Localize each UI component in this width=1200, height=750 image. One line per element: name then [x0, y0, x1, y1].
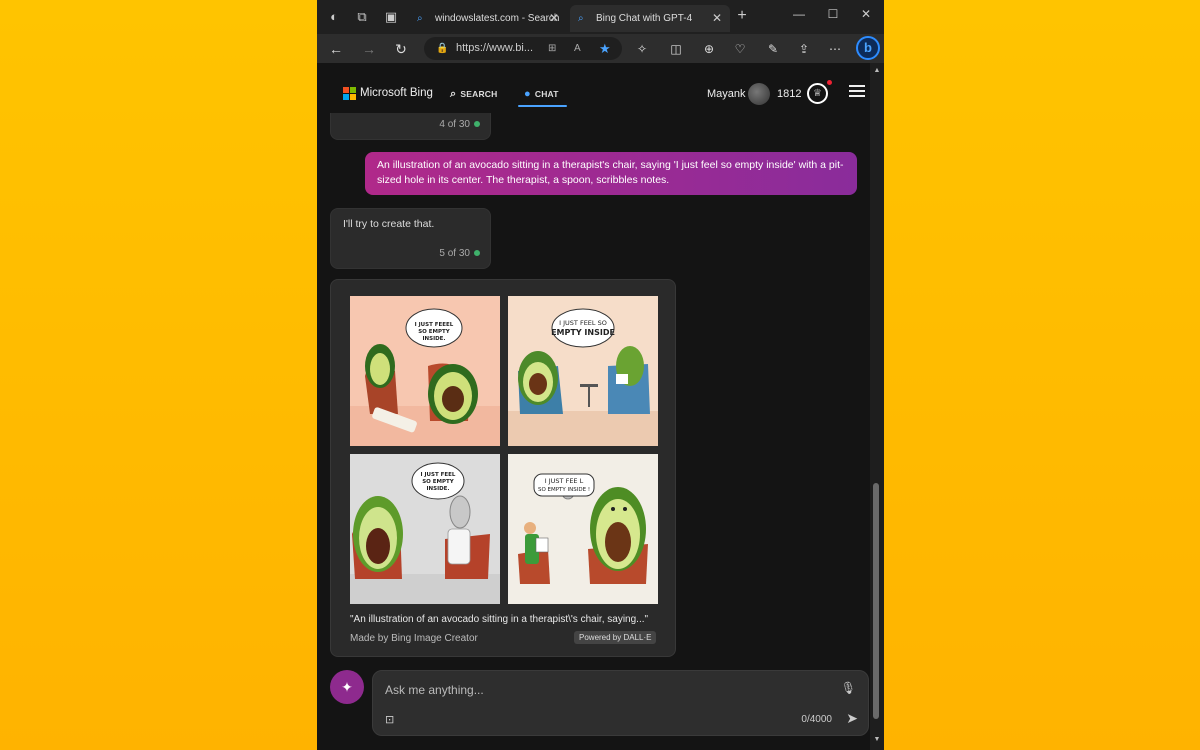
more-options-icon[interactable]: ⋯ — [826, 40, 844, 58]
profile-icon[interactable]: ◐ — [325, 8, 343, 26]
generated-image-4[interactable]: I JUST FEE L SO EMPTY INSIDE ! — [508, 454, 658, 604]
turn-counter: 4 of 30 — [439, 119, 480, 130]
avatar[interactable] — [748, 83, 770, 105]
search-nav-link[interactable]: ⌕ SEARCH — [450, 88, 497, 101]
search-icon: ⌕ — [450, 88, 457, 100]
speech-line: INSIDE. — [422, 336, 445, 342]
share-icon[interactable]: ⇪ — [795, 40, 813, 58]
close-tab-icon[interactable]: ✕ — [712, 5, 722, 32]
visual-search-icon[interactable]: ⊡ — [385, 713, 394, 726]
refresh-icon[interactable]: ↻ — [390, 38, 412, 60]
extensions-icon[interactable]: ✧ — [633, 40, 651, 58]
scrollbar-thumb[interactable] — [873, 483, 879, 719]
navigation-bar: ← → ↻ 🔒 https://www.bi... ⊞ A ★ ✧ ◫ ⊕ ♡ … — [317, 34, 884, 63]
generated-image-2[interactable]: I JUST FEEL SO EMPTY INSIDE — [508, 296, 658, 446]
back-icon[interactable]: ← — [325, 38, 347, 60]
tab-actions-icon[interactable]: ▣ — [382, 8, 400, 26]
bot-message-text: I'll try to create that. — [343, 218, 435, 230]
speech-line: I JUST FEEL SO — [559, 319, 607, 327]
image-creator-card: I JUST FEEEL SO EMPTY INSIDE. I JUST FEE… — [330, 279, 676, 657]
tab-bing-chat[interactable]: ⌕ Bing Chat with GPT-4 ✕ — [570, 5, 730, 32]
character-count: 0/4000 — [801, 714, 832, 725]
status-dot — [474, 250, 480, 257]
browser-essentials-icon[interactable]: ♡ — [731, 40, 749, 58]
chat-input[interactable] — [385, 681, 835, 699]
scroll-down-icon[interactable]: ▼ — [871, 735, 883, 745]
send-icon[interactable]: ➤ — [846, 710, 858, 727]
chat-composer: 🎙 ⊡ 0/4000 ➤ — [372, 670, 869, 736]
microphone-icon[interactable]: 🎙 — [841, 681, 856, 695]
close-window-button[interactable]: ✕ — [851, 4, 881, 24]
status-dot — [474, 121, 480, 128]
tab-title: Bing Chat with GPT-4 — [596, 13, 693, 24]
workspaces-icon[interactable]: ⧉ — [353, 8, 371, 26]
speech-line: I JUST FEEEL — [415, 322, 454, 328]
microsoft-logo-icon[interactable] — [343, 87, 356, 100]
image-caption[interactable]: "An illustration of an avocado sitting i… — [350, 614, 648, 625]
close-tab-icon[interactable]: ✕ — [549, 5, 559, 32]
bing-chat-page: Microsoft Bing ⌕ SEARCH ● CHAT Mayank 1812… — [317, 63, 884, 750]
app-available-icon[interactable]: ⊞ — [548, 37, 556, 60]
speech-line: SO EMPTY INSIDE ! — [538, 487, 590, 493]
lock-icon: 🔒 — [436, 43, 449, 54]
brand-name[interactable]: Microsoft Bing — [360, 87, 433, 99]
turn-counter: 5 of 30 — [439, 248, 480, 259]
read-aloud-icon[interactable]: A — [574, 37, 581, 60]
minimize-button[interactable]: — — [784, 4, 814, 24]
previous-bot-message: 4 of 30 — [330, 113, 491, 140]
speech-line: EMPTY INSIDE — [551, 328, 615, 337]
bot-message: I'll try to create that. 5 of 30 — [330, 208, 491, 269]
speech-line: SO EMPTY — [422, 479, 455, 485]
made-by-label[interactable]: Made by Bing Image Creator — [350, 633, 478, 644]
user-name[interactable]: Mayank — [707, 88, 746, 100]
collections-icon[interactable]: ⊕ — [700, 40, 718, 58]
generated-image-3[interactable]: I JUST FEEL SO EMPTY INSIDE. — [350, 454, 500, 604]
maximize-button[interactable]: ☐ — [818, 4, 848, 24]
tab-strip: ◐ ⧉ ▣ ⌕ windowslatest.com - Search ✕ ⌕ B… — [317, 0, 884, 34]
split-screen-icon[interactable]: ◫ — [667, 40, 685, 58]
speech-line: I JUST FEE L — [545, 477, 584, 485]
speech-line: I JUST FEEL — [421, 472, 456, 478]
tab-windowslatest[interactable]: ⌕ windowslatest.com - Search ✕ — [409, 5, 567, 32]
address-url: https://www.bi... — [456, 42, 534, 54]
bing-copilot-icon[interactable]: b — [856, 36, 880, 60]
scroll-up-icon[interactable]: ▲ — [871, 66, 883, 76]
search-favicon-icon: ⌕ — [417, 13, 423, 24]
chat-icon: ● — [524, 88, 531, 100]
search-favicon-icon: ⌕ — [578, 13, 584, 24]
chat-nav-link[interactable]: ● CHAT — [524, 88, 559, 100]
browser-window: ◐ ⧉ ▣ ⌕ windowslatest.com - Search ✕ ⌕ B… — [317, 0, 884, 750]
address-bar[interactable]: 🔒 https://www.bi... ⊞ A ★ — [424, 37, 622, 60]
web-capture-icon[interactable]: ✎ — [764, 40, 782, 58]
new-tab-button[interactable]: + — [733, 7, 751, 25]
new-topic-button[interactable]: ✦ — [330, 670, 364, 704]
favorite-star-icon[interactable]: ★ — [599, 37, 611, 60]
speech-line: SO EMPTY — [418, 329, 451, 335]
speech-line: INSIDE. — [426, 486, 449, 492]
generated-image-1[interactable]: I JUST FEEEL SO EMPTY INSIDE. — [350, 296, 500, 446]
rewards-trophy-icon[interactable]: ♕ — [807, 83, 828, 104]
notification-dot — [827, 80, 832, 85]
new-topic-icon: ✦ — [341, 679, 353, 695]
tab-title: windowslatest.com - Search — [435, 13, 560, 24]
active-tab-indicator — [518, 105, 567, 107]
powered-by-badge: Powered by DALL·E — [574, 631, 657, 644]
forward-icon[interactable]: → — [358, 38, 380, 60]
user-message: An illustration of an avocado sitting in… — [365, 152, 857, 195]
hamburger-menu-icon[interactable] — [849, 85, 865, 99]
rewards-points[interactable]: 1812 — [777, 88, 801, 100]
